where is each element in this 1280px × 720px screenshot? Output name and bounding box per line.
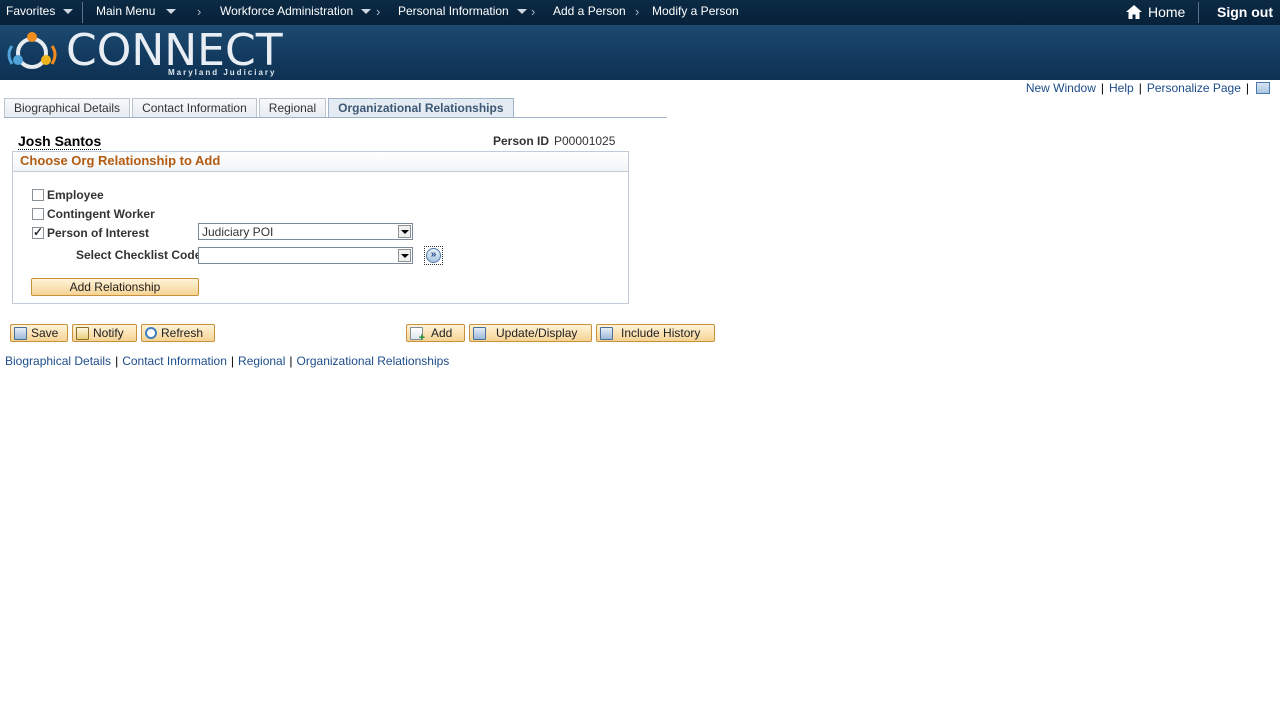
notify-label: Notify bbox=[93, 326, 124, 340]
link-organizational-relationships[interactable]: Organizational Relationships bbox=[297, 354, 450, 368]
tab-organizational-relationships[interactable]: Organizational Relationships bbox=[328, 98, 514, 118]
include-history-label: Include History bbox=[621, 326, 701, 340]
go-button[interactable]: » bbox=[424, 246, 443, 265]
separator: | bbox=[1138, 81, 1142, 95]
favorites-label: Favorites bbox=[6, 4, 56, 18]
caret-down-icon bbox=[361, 8, 372, 14]
contingent-worker-label: Contingent Worker bbox=[47, 207, 155, 221]
save-icon bbox=[14, 326, 27, 340]
page-tabs: Biographical Details Contact Information… bbox=[4, 98, 514, 118]
main-menu[interactable]: Main Menu bbox=[96, 4, 177, 18]
chevron-right-icon: › bbox=[376, 4, 381, 19]
person-name[interactable]: Josh Santos bbox=[18, 133, 102, 150]
add-relationship-button[interactable]: Add Relationship bbox=[31, 278, 199, 296]
main-menu-label: Main Menu bbox=[96, 4, 156, 18]
add-icon bbox=[410, 326, 425, 344]
page-actions: New Window | Help | Personalize Page | bbox=[1026, 81, 1270, 95]
tab-regional[interactable]: Regional bbox=[258, 98, 327, 118]
breadcrumb-label: Personal Information bbox=[398, 4, 509, 18]
add-label: Add bbox=[431, 326, 453, 340]
connect-logo-icon bbox=[7, 32, 57, 69]
checklist-code-select[interactable] bbox=[198, 247, 413, 264]
forward-arrow-icon: » bbox=[426, 248, 441, 263]
person-id-value: P00001025 bbox=[554, 134, 616, 148]
save-button[interactable]: Save bbox=[10, 324, 68, 342]
poi-type-value: Judiciary POI bbox=[202, 225, 274, 239]
include-history-button[interactable]: Include History bbox=[596, 324, 715, 342]
favorites-menu[interactable]: Favorites bbox=[6, 4, 74, 18]
refresh-label: Refresh bbox=[161, 326, 204, 340]
personalize-page-link[interactable]: Personalize Page bbox=[1147, 81, 1241, 95]
poi-type-select[interactable]: Judiciary POI bbox=[198, 223, 413, 240]
bottom-tab-links: Biographical Details | Contact Informati… bbox=[5, 354, 449, 368]
update-display-icon bbox=[473, 326, 486, 340]
home-label: Home bbox=[1148, 4, 1186, 20]
link-regional[interactable]: Regional bbox=[238, 354, 285, 368]
separator: | bbox=[115, 354, 119, 368]
breadcrumb-add-a-person[interactable]: Add a Person bbox=[553, 4, 626, 18]
link-biographical-details[interactable]: Biographical Details bbox=[5, 354, 111, 368]
include-history-icon bbox=[600, 326, 613, 340]
person-of-interest-checkbox[interactable] bbox=[32, 225, 44, 239]
nav-divider bbox=[82, 2, 83, 23]
help-link[interactable]: Help bbox=[1109, 81, 1134, 95]
checklist-code-label: Select Checklist Code bbox=[76, 248, 202, 262]
person-id-label: Person ID bbox=[493, 134, 550, 148]
person-of-interest-option: Person of Interest bbox=[32, 225, 150, 240]
caret-down-icon bbox=[63, 8, 74, 14]
update-display-button[interactable]: Update/Display bbox=[469, 324, 592, 342]
tab-contact-information[interactable]: Contact Information bbox=[132, 98, 257, 118]
breadcrumb-label: Modify a Person bbox=[652, 4, 739, 18]
breadcrumb-label: Workforce Administration bbox=[220, 4, 354, 18]
branding-banner: CONNECT Maryland Judiciary bbox=[0, 25, 1280, 80]
chevron-right-icon: › bbox=[635, 4, 640, 19]
link-contact-information[interactable]: Contact Information bbox=[122, 354, 227, 368]
chevron-right-icon: › bbox=[197, 4, 202, 19]
sign-out-label: Sign out bbox=[1217, 4, 1273, 20]
save-label: Save bbox=[31, 326, 59, 340]
home-icon bbox=[1126, 5, 1142, 19]
tab-underline bbox=[4, 117, 667, 118]
contingent-worker-option: Contingent Worker bbox=[32, 207, 155, 221]
nav-divider bbox=[1198, 2, 1199, 23]
breadcrumb-label: Add a Person bbox=[553, 4, 626, 18]
employee-option: Employee bbox=[32, 188, 104, 202]
employee-label: Employee bbox=[47, 188, 104, 202]
chevron-right-icon: › bbox=[531, 4, 536, 19]
separator: | bbox=[230, 354, 235, 368]
breadcrumb-personal-information[interactable]: Personal Information bbox=[398, 4, 527, 18]
separator: | bbox=[289, 354, 293, 368]
breadcrumb-workforce-administration[interactable]: Workforce Administration bbox=[220, 4, 372, 18]
contingent-worker-checkbox[interactable] bbox=[32, 208, 44, 220]
maryland-judiciary-subtitle: Maryland Judiciary bbox=[168, 68, 277, 77]
grid-icon[interactable] bbox=[1256, 82, 1270, 94]
notify-button[interactable]: Notify bbox=[72, 324, 137, 342]
groupbox-title: Choose Org Relationship to Add bbox=[13, 152, 628, 172]
separator: | bbox=[1245, 81, 1249, 95]
person-of-interest-label: Person of Interest bbox=[47, 226, 150, 240]
dropdown-arrow-icon bbox=[398, 249, 411, 262]
update-display-label: Update/Display bbox=[496, 326, 578, 340]
home-link[interactable]: Home bbox=[1126, 4, 1185, 20]
refresh-button[interactable]: Refresh bbox=[141, 324, 215, 342]
add-relationship-label: Add Relationship bbox=[69, 280, 161, 294]
top-navigation-bar: Favorites Main Menu › Workforce Administ… bbox=[0, 0, 1280, 25]
add-button[interactable]: Add bbox=[406, 324, 465, 344]
caret-down-icon bbox=[166, 8, 177, 14]
new-window-link[interactable]: New Window bbox=[1026, 81, 1096, 95]
notify-icon bbox=[76, 326, 89, 340]
separator: | bbox=[1100, 81, 1104, 95]
dropdown-arrow-icon bbox=[398, 225, 411, 238]
breadcrumb-modify-a-person[interactable]: Modify a Person bbox=[652, 4, 739, 18]
caret-down-icon bbox=[516, 8, 527, 14]
employee-checkbox[interactable] bbox=[32, 189, 44, 201]
sign-out-link[interactable]: Sign out bbox=[1217, 4, 1273, 20]
refresh-icon bbox=[145, 327, 157, 339]
tab-biographical-details[interactable]: Biographical Details bbox=[4, 98, 131, 118]
